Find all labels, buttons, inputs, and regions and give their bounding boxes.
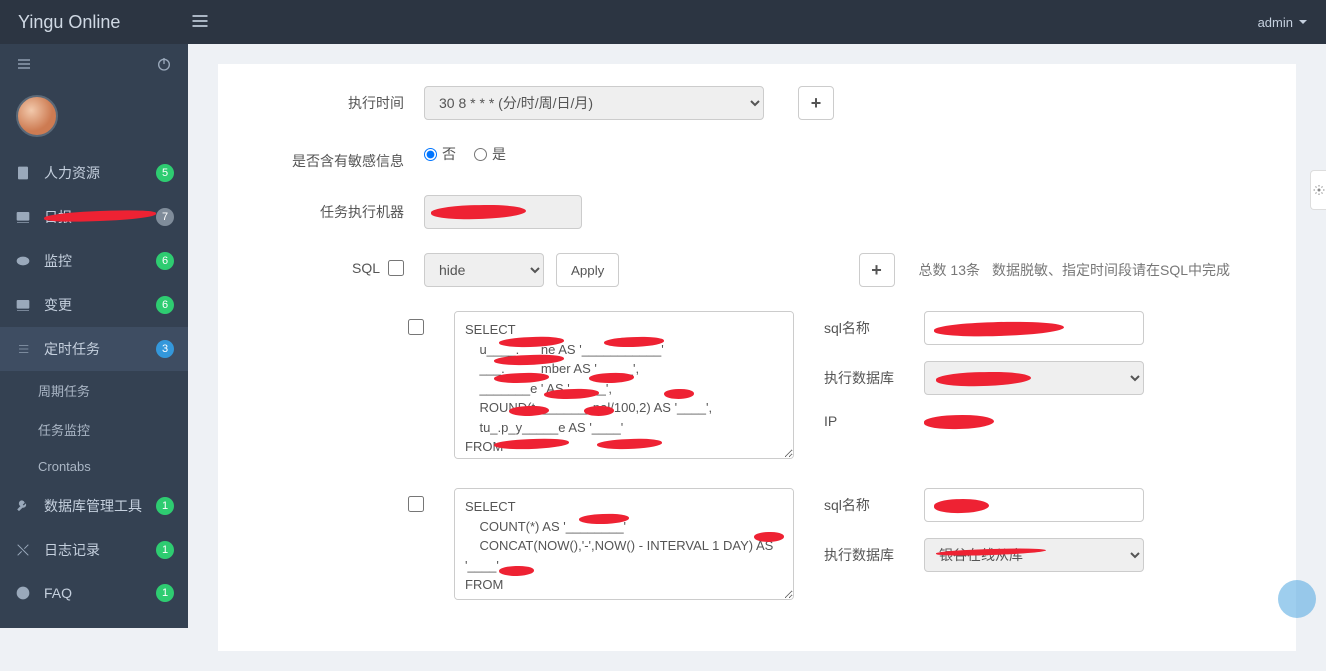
sql-block-1: sql名称 执行数据库 IP <box>244 311 1270 462</box>
sidebar-item-change[interactable]: 变更 6 <box>0 283 188 327</box>
monitor-icon <box>14 209 32 225</box>
sidebar-item-dbtools[interactable]: 数据库管理工具 1 <box>0 484 188 528</box>
cron-select[interactable]: 30 8 * * * (分/时/周/日/月) <box>424 86 764 120</box>
badge: 1 <box>156 541 174 559</box>
floating-action-button[interactable] <box>1278 580 1316 618</box>
sidebar-sub-taskmon[interactable]: 任务监控 <box>0 410 188 449</box>
sidebar: 人力资源 5 日报 7 监控 6 变更 6 定时任务 3 周期任务 任务监控 C… <box>0 44 188 628</box>
exec-time-label: 执行时间 <box>244 86 424 113</box>
exec-db-label: 执行数据库 <box>824 545 924 565</box>
badge: 3 <box>156 340 174 358</box>
info-icon <box>14 585 32 601</box>
sidebar-item-label: 监控 <box>44 251 156 271</box>
list-icon <box>14 341 32 357</box>
badge: 6 <box>156 252 174 270</box>
sql-name-label: sql名称 <box>824 318 924 338</box>
add-time-button[interactable]: + <box>798 86 834 120</box>
exec-db-label: 执行数据库 <box>824 368 924 388</box>
user-menu[interactable]: admin <box>1258 15 1308 30</box>
hamburger-icon[interactable] <box>120 11 210 34</box>
avatar[interactable] <box>16 95 188 137</box>
badge: 6 <box>156 296 174 314</box>
badge: 5 <box>156 164 174 182</box>
power-icon[interactable] <box>156 56 172 75</box>
sql-textarea[interactable] <box>454 311 794 459</box>
executor-label: 任务执行机器 <box>244 195 424 222</box>
add-sql-button[interactable]: + <box>859 253 895 287</box>
sidebar-item-label: 变更 <box>44 295 156 315</box>
form-panel: 执行时间 30 8 * * * (分/时/周/日/月) + 是否含有敏感信息 否… <box>218 64 1296 651</box>
sidebar-item-monitor[interactable]: 监控 6 <box>0 239 188 283</box>
sidebar-item-label: 人力资源 <box>44 163 156 183</box>
chevron-down-icon <box>1298 17 1308 27</box>
sidebar-item-label: 定时任务 <box>44 339 156 359</box>
sidebar-sub-crontabs[interactable]: Crontabs <box>0 449 188 484</box>
sql-label: SQL <box>352 260 380 276</box>
sql-row-checkbox[interactable] <box>408 319 424 335</box>
executor-field <box>424 195 582 229</box>
menu-toggle-icon[interactable] <box>16 56 32 75</box>
sidebar-item-logs[interactable]: 日志记录 1 <box>0 528 188 572</box>
sql-count: 总数 13条 <box>919 260 980 280</box>
hint-text: 数据脱敏、指定时间段请在SQL中完成 <box>992 260 1230 280</box>
wrench-icon <box>14 498 32 514</box>
sidebar-item-cron[interactable]: 定时任务 3 <box>0 327 188 371</box>
badge: 1 <box>156 584 174 602</box>
badge: 7 <box>156 208 174 226</box>
monitor-icon <box>14 297 32 313</box>
sidebar-item-label: 日志记录 <box>44 540 156 560</box>
brand-title: Yingu Online <box>18 12 120 33</box>
ip-label: IP <box>824 413 924 429</box>
sidebar-item-report[interactable]: 日报 7 <box>0 195 188 239</box>
apply-button[interactable]: Apply <box>556 253 619 287</box>
file-icon <box>14 165 32 181</box>
sql-name-label: sql名称 <box>824 495 924 515</box>
radio-no[interactable]: 否 <box>424 144 456 164</box>
sidebar-item-label: FAQ <box>44 585 156 601</box>
hide-select[interactable]: hide <box>424 253 544 287</box>
gear-icon <box>1313 184 1325 196</box>
badge: 1 <box>156 497 174 515</box>
sidebar-item-faq[interactable]: FAQ 1 <box>0 572 188 614</box>
settings-tab[interactable] <box>1310 170 1326 210</box>
eye-icon <box>14 253 32 269</box>
sql-checkbox[interactable] <box>388 260 404 276</box>
tools-icon <box>14 542 32 558</box>
sidebar-item-label: 日报 <box>44 207 156 227</box>
user-name: admin <box>1258 15 1293 30</box>
sql-textarea[interactable] <box>454 488 794 600</box>
sidebar-item-hr[interactable]: 人力资源 5 <box>0 151 188 195</box>
sidebar-sub-periodic[interactable]: 周期任务 <box>0 371 188 410</box>
sql-block-2: sql名称 执行数据库 银谷在线从库 <box>244 488 1270 603</box>
sql-row-checkbox[interactable] <box>408 496 424 512</box>
radio-yes[interactable]: 是 <box>474 144 506 164</box>
sensitive-label: 是否含有敏感信息 <box>244 144 424 171</box>
sidebar-item-label: 数据库管理工具 <box>44 496 156 516</box>
